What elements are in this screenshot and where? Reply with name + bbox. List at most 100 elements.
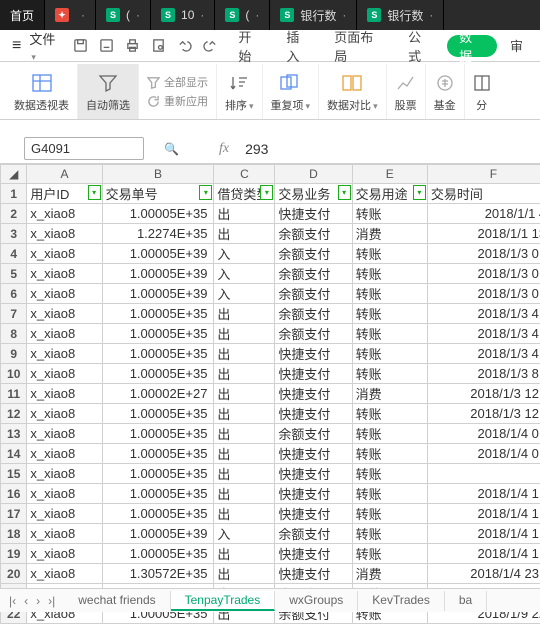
cell[interactable]: x_xiao8 xyxy=(27,384,102,404)
cell[interactable]: 2018/1/3 12:12 xyxy=(427,384,540,404)
cell[interactable]: 2018/1/3 4:35 xyxy=(427,324,540,344)
sort-button[interactable]: 排序 xyxy=(217,64,263,119)
select-all-corner[interactable]: ◢ xyxy=(1,165,27,184)
cell[interactable]: 快捷支付 xyxy=(275,404,352,424)
cell[interactable]: 2018/1/3 0:07 xyxy=(427,264,540,284)
cell[interactable]: 2018/1/4 0:03 xyxy=(427,424,540,444)
cell[interactable]: 1.00005E+35 xyxy=(102,404,214,424)
cell[interactable]: 1.00005E+35 xyxy=(102,304,214,324)
cell[interactable]: x_xiao8 xyxy=(27,284,102,304)
row-header[interactable]: 4 xyxy=(1,244,27,264)
cell[interactable]: 2018/1/4 0:04 xyxy=(427,444,540,464)
row-header[interactable]: 20 xyxy=(1,564,27,584)
cell[interactable]: 2018/1/4 23:13 xyxy=(427,564,540,584)
cell[interactable]: 消费 xyxy=(352,384,427,404)
cell[interactable]: 转账 xyxy=(352,404,427,424)
cell[interactable]: x_xiao8 xyxy=(27,304,102,324)
cell[interactable]: 转账 xyxy=(352,304,427,324)
tab-menu-icon[interactable]: · xyxy=(255,8,259,22)
cell[interactable]: 快捷支付 xyxy=(275,344,352,364)
cell[interactable]: 消费 xyxy=(352,224,427,244)
cell[interactable]: 转账 xyxy=(352,284,427,304)
cell[interactable]: 1.00005E+35 xyxy=(102,424,214,444)
cell[interactable]: 1.2274E+35 xyxy=(102,224,214,244)
split-button[interactable]: 分 xyxy=(465,64,499,119)
cell[interactable]: 出 xyxy=(214,384,275,404)
filter-dropdown-icon[interactable]: ▾ xyxy=(338,185,351,200)
row-header[interactable]: 5 xyxy=(1,264,27,284)
window-tab[interactable]: S银行数 · xyxy=(357,0,444,30)
save-as-icon[interactable] xyxy=(96,35,118,57)
sheet-nav-prev-icon[interactable]: ‹ xyxy=(21,594,31,608)
cell[interactable]: x_xiao8 xyxy=(27,484,102,504)
cell[interactable]: 出 xyxy=(214,404,275,424)
cell[interactable]: 转账 xyxy=(352,444,427,464)
row-header[interactable]: 13 xyxy=(1,424,27,444)
cell[interactable]: 快捷支付 xyxy=(275,384,352,404)
fx-icon[interactable]: fx xyxy=(219,141,229,157)
cell[interactable]: 转账 xyxy=(352,484,427,504)
stock-button[interactable]: 股票 xyxy=(387,64,426,119)
cell[interactable]: x_xiao8 xyxy=(27,424,102,444)
col-header[interactable]: B xyxy=(102,165,214,184)
tab-insert[interactable]: 插入 xyxy=(277,30,321,61)
reapply-button[interactable]: 重新应用 xyxy=(147,93,208,109)
cell[interactable]: 余额支付 xyxy=(275,244,352,264)
cell[interactable]: x_xiao8 xyxy=(27,504,102,524)
cell[interactable]: x_xiao8 xyxy=(27,264,102,284)
row-header[interactable]: 18 xyxy=(1,524,27,544)
cell[interactable]: x_xiao8 xyxy=(27,364,102,384)
cell[interactable]: x_xiao8 xyxy=(27,344,102,364)
cell[interactable]: x_xiao8 xyxy=(27,224,102,244)
cell[interactable]: 1.00005E+35 xyxy=(102,364,214,384)
sheet-tab[interactable]: KevTrades xyxy=(358,591,445,611)
row-header[interactable]: 12 xyxy=(1,404,27,424)
formula-value[interactable]: 293 xyxy=(245,141,268,157)
cell[interactable]: 快捷支付 xyxy=(275,444,352,464)
cell[interactable]: 余额支付 xyxy=(275,424,352,444)
cell[interactable]: x_xiao8 xyxy=(27,324,102,344)
search-icon[interactable]: 🔍 xyxy=(164,142,179,156)
cell[interactable]: 转账 xyxy=(352,424,427,444)
window-tab[interactable]: S10 · xyxy=(151,0,215,30)
col-header[interactable]: E xyxy=(352,165,427,184)
row-header[interactable]: 2 xyxy=(1,204,27,224)
cell[interactable]: 2018/1/1 13:0 xyxy=(427,224,540,244)
cell[interactable]: 快捷支付 xyxy=(275,544,352,564)
tab-review[interactable]: 审 xyxy=(501,30,532,61)
row-header[interactable]: 1 xyxy=(1,184,27,204)
cell[interactable]: 快捷支付 xyxy=(275,564,352,584)
tab-start[interactable]: 开始 xyxy=(229,30,273,61)
tab-data[interactable]: 数据 xyxy=(447,35,497,57)
pivot-button[interactable]: 数据透视表 xyxy=(6,64,78,119)
cell[interactable]: 出 xyxy=(214,444,275,464)
cell[interactable]: 1.30572E+35 xyxy=(102,564,214,584)
cell[interactable]: 出 xyxy=(214,504,275,524)
cell[interactable]: 1.00002E+27 xyxy=(102,384,214,404)
cell[interactable]: 转账 xyxy=(352,244,427,264)
cell[interactable]: 余额支付 xyxy=(275,524,352,544)
cell[interactable]: 出 xyxy=(214,204,275,224)
cell[interactable]: 出 xyxy=(214,544,275,564)
window-tab[interactable]: 首页 xyxy=(0,0,45,30)
fund-button[interactable]: 基金 xyxy=(426,64,465,119)
tab-layout[interactable]: 页面布局 xyxy=(325,30,395,61)
cell[interactable]: 转账 xyxy=(352,364,427,384)
cell[interactable]: 2018/1/3 4:35 xyxy=(427,344,540,364)
cell[interactable]: 余额支付 xyxy=(275,264,352,284)
cell[interactable]: 1.00005E+39 xyxy=(102,284,214,304)
cell[interactable]: 入 xyxy=(214,264,275,284)
cell[interactable]: 2018/1/4 1:01 xyxy=(427,524,540,544)
autofilter-button[interactable]: 自动筛选 xyxy=(78,64,139,119)
cell[interactable]: 2018/1/4 1:01 xyxy=(427,544,540,564)
col-header[interactable]: D xyxy=(275,165,352,184)
cell[interactable]: 转账 xyxy=(352,464,427,484)
header-cell[interactable]: 交易单号▾ xyxy=(102,184,214,204)
cell[interactable]: 转账 xyxy=(352,544,427,564)
row-header[interactable]: 3 xyxy=(1,224,27,244)
hamburger-icon[interactable]: ≡ xyxy=(8,37,25,55)
row-header[interactable]: 19 xyxy=(1,544,27,564)
cell[interactable]: 2018/1/3 0:06 xyxy=(427,244,540,264)
row-header[interactable]: 6 xyxy=(1,284,27,304)
cell[interactable]: 快捷支付 xyxy=(275,484,352,504)
